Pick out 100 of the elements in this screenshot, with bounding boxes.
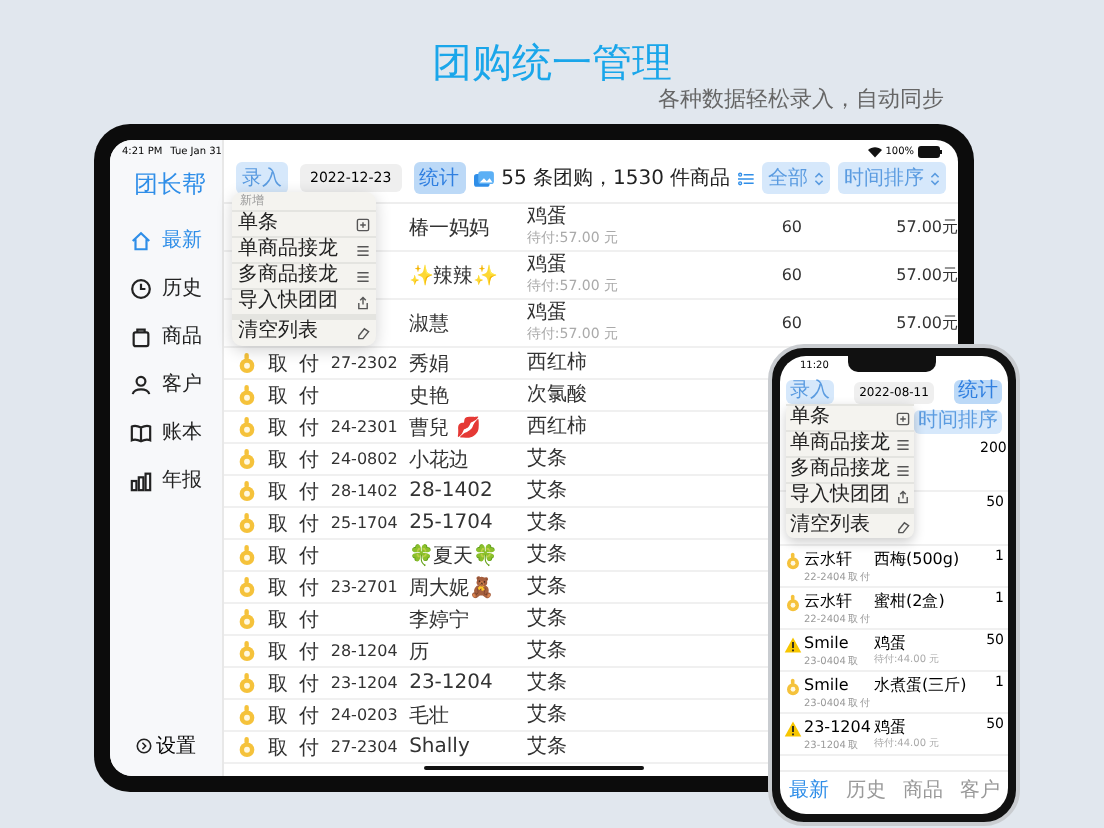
- wifi-icon: [867, 145, 882, 157]
- customer-name: ✨辣辣✨: [409, 265, 498, 287]
- room-number: 23-2701: [330, 578, 398, 596]
- payment-tag[interactable]: 付: [299, 609, 320, 631]
- product-name: 艾条: [526, 512, 569, 534]
- menu-item[interactable]: 清空列表: [786, 508, 914, 538]
- subheadline: 各种数据轻松录入，自动同步: [658, 84, 944, 114]
- pickup-tag[interactable]: 取: [268, 449, 288, 471]
- quantity: 60: [781, 266, 802, 284]
- price: 57.00元: [896, 314, 958, 332]
- settings-button[interactable]: 设置: [136, 732, 196, 760]
- product-name: 水煮蛋(三斤): [874, 674, 969, 696]
- customer-name: 23-1204: [804, 716, 872, 738]
- payment-tag[interactable]: 付: [299, 353, 320, 375]
- customer-name: 李婷宁: [409, 609, 470, 631]
- product-name: 西红柿: [526, 416, 589, 438]
- payment-tag[interactable]: 付: [299, 417, 320, 439]
- up-down-chevron-icon: [814, 171, 824, 185]
- pickup-tag[interactable]: 取: [268, 353, 288, 375]
- product-name: 艾条: [526, 704, 569, 726]
- pickup-tag[interactable]: 取: [268, 641, 288, 663]
- book-icon: [130, 421, 152, 443]
- phone-notch: [848, 356, 936, 372]
- person-icon: [130, 373, 152, 395]
- payment-tag[interactable]: 付: [299, 577, 320, 599]
- share-icon: [896, 489, 910, 503]
- customer-name: 云水轩: [804, 590, 854, 612]
- customer-name: 椿一妈妈: [409, 217, 490, 239]
- photos-icon: [473, 167, 494, 189]
- customer-name: 曹兒 💋: [409, 417, 480, 439]
- list-icon: [896, 437, 910, 451]
- room-number: 24-0802: [330, 450, 398, 468]
- room-number: 27-2302: [330, 354, 398, 372]
- filter-icon[interactable]: [738, 169, 754, 187]
- sidebar-item[interactable]: 商品: [110, 318, 222, 354]
- payment-tag[interactable]: 付: [299, 673, 320, 695]
- sidebar-item[interactable]: 账本: [110, 414, 222, 450]
- menu-item[interactable]: 单条: [786, 404, 914, 430]
- headline: 团购统一管理: [430, 36, 674, 88]
- pickup-tag[interactable]: 取: [268, 513, 288, 535]
- menu-item[interactable]: 导入快团团: [232, 288, 376, 314]
- payment-tag[interactable]: 付: [299, 705, 320, 727]
- bar-chart-icon: [130, 469, 152, 491]
- price: 57.00元: [896, 218, 958, 236]
- customer-name: Smile: [804, 674, 851, 696]
- sidebar-item[interactable]: 年报: [110, 462, 222, 498]
- product-name: 蜜柑(2盒): [874, 590, 947, 612]
- product-name: 艾条: [526, 480, 569, 502]
- product-name: 鸡蛋: [526, 301, 569, 323]
- payment-tag[interactable]: 付: [299, 545, 320, 567]
- payment-tag[interactable]: 付: [299, 449, 320, 471]
- payment-tag[interactable]: 付: [299, 385, 320, 407]
- customer-name: 云水轩: [804, 548, 854, 570]
- plus-square-icon: [356, 217, 370, 231]
- list-icon: [896, 463, 910, 477]
- sidebar-item[interactable]: 客户: [110, 366, 222, 402]
- pickup-tag[interactable]: 取: [268, 705, 288, 727]
- pickup-tag[interactable]: 取: [268, 545, 288, 567]
- menu-item[interactable]: 导入快团团: [786, 482, 914, 508]
- payment-tag[interactable]: 付: [299, 641, 320, 663]
- room-number: 27-2304: [330, 738, 398, 756]
- pickup-tag[interactable]: 取: [268, 609, 288, 631]
- pickup-tag[interactable]: 取: [268, 481, 288, 503]
- customer-name: 周大妮🧸: [409, 577, 494, 599]
- product-name: 鸡蛋: [874, 716, 908, 738]
- warning-icon: [784, 720, 802, 738]
- summary-title: 55 条团购，1530 件商品: [501, 165, 731, 192]
- customer-name: 小花边: [409, 449, 470, 471]
- menu-item[interactable]: 多商品接龙: [786, 456, 914, 482]
- share-icon: [356, 295, 370, 309]
- settings-icon: [136, 738, 152, 754]
- clock-icon: [130, 277, 152, 299]
- product-name: 艾条: [526, 544, 569, 566]
- pickup-tag[interactable]: 取: [268, 737, 288, 759]
- product-name: 西红柿: [526, 352, 589, 374]
- menu-item[interactable]: 单商品接龙: [232, 236, 376, 262]
- payment-tag[interactable]: 付: [299, 737, 320, 759]
- pickup-tag[interactable]: 取: [268, 577, 288, 599]
- customer-name: 25-1704: [409, 512, 493, 534]
- pickup-tag[interactable]: 取: [268, 673, 288, 695]
- room-number: 28-1204: [330, 642, 398, 660]
- customer-name: 淑慧: [409, 313, 450, 335]
- menu-item[interactable]: 单条: [232, 210, 376, 236]
- product-name: 艾条: [526, 576, 569, 598]
- sidebar-item[interactable]: 历史: [110, 270, 222, 306]
- pickup-tag[interactable]: 取: [268, 385, 288, 407]
- customer-name: Smile: [804, 632, 851, 654]
- menu-item[interactable]: 清空列表: [232, 314, 376, 344]
- menu-item[interactable]: 单商品接龙: [786, 430, 914, 456]
- room-number: 24-0203: [330, 706, 398, 724]
- pickup-tag[interactable]: 取: [268, 417, 288, 439]
- app-logo: 团长帮: [132, 168, 208, 202]
- customer-name: 史艳: [409, 385, 450, 407]
- tab-bar-item[interactable]: 最新: [788, 776, 829, 804]
- product-name: 鸡蛋: [874, 632, 908, 654]
- payment-tag[interactable]: 付: [299, 513, 320, 535]
- customer-name: 28-1402: [409, 480, 493, 502]
- menu-item[interactable]: 多商品接龙: [232, 262, 376, 288]
- payment-tag[interactable]: 付: [299, 481, 320, 503]
- product-name: 鸡蛋: [526, 253, 569, 275]
